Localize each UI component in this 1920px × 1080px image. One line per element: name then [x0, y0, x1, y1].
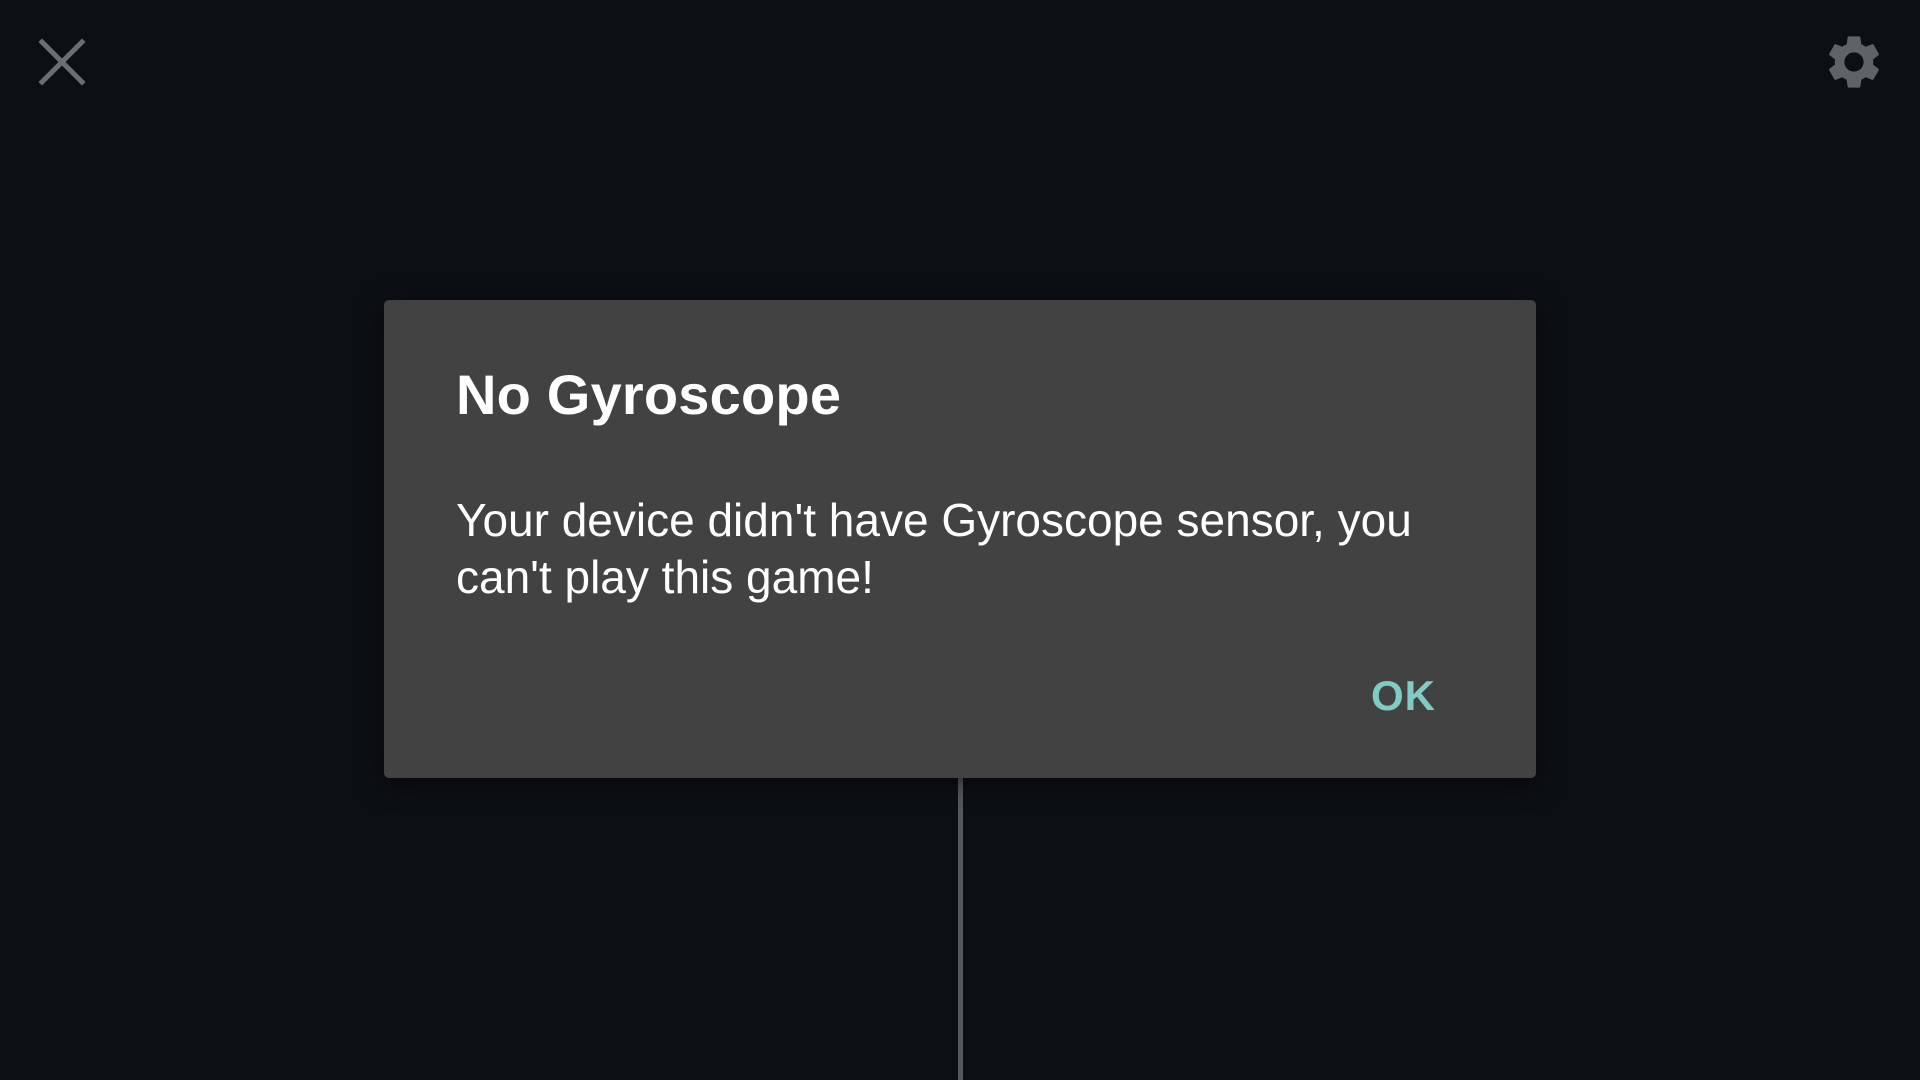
close-icon	[38, 38, 86, 86]
alert-dialog: No Gyroscope Your device didn't have Gyr…	[384, 300, 1536, 778]
settings-button[interactable]	[1818, 26, 1890, 98]
gear-icon	[1829, 36, 1879, 88]
dialog-title: No Gyroscope	[456, 363, 842, 426]
ok-button[interactable]: OK	[1363, 668, 1444, 724]
game-screen: No Gyroscope Your device didn't have Gyr…	[0, 0, 1920, 1080]
dialog-message: Your device didn't have Gyroscope sensor…	[456, 494, 1412, 603]
level-indicator-line	[958, 778, 963, 1080]
close-button[interactable]	[30, 30, 94, 94]
